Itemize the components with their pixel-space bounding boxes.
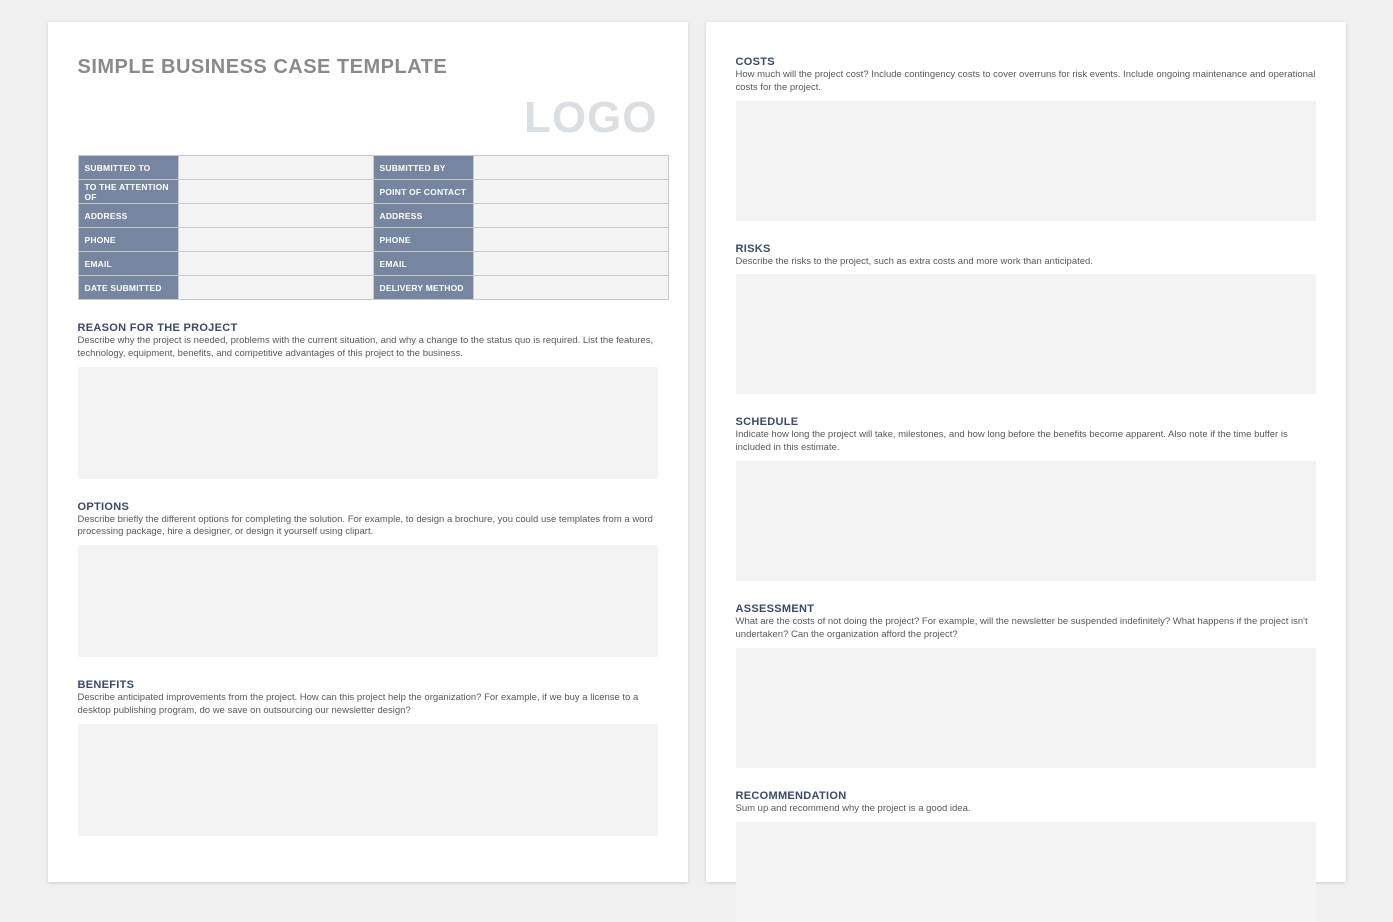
value-delivery-method[interactable] bbox=[473, 276, 668, 300]
section-recommendation: RECOMMENDATION Sum up and recommend why … bbox=[736, 790, 1316, 922]
section-input-assessment[interactable] bbox=[736, 648, 1316, 768]
logo-placeholder: LOGO bbox=[78, 93, 658, 143]
value-phone-left[interactable] bbox=[178, 228, 373, 252]
document-title: SIMPLE BUSINESS CASE TEMPLATE bbox=[78, 56, 658, 79]
label-email-left: EMAIL bbox=[78, 252, 178, 276]
section-heading: RISKS bbox=[736, 243, 1316, 255]
value-submitted-by[interactable] bbox=[473, 156, 668, 180]
section-input-recommendation[interactable] bbox=[736, 822, 1316, 922]
section-heading: BENEFITS bbox=[78, 679, 658, 691]
label-address-right: ADDRESS bbox=[373, 204, 473, 228]
value-point-of-contact[interactable] bbox=[473, 180, 668, 204]
section-heading: ASSESSMENT bbox=[736, 603, 1316, 615]
section-desc: Describe anticipated improvements from t… bbox=[78, 692, 658, 718]
label-delivery-method: DELIVERY METHOD bbox=[373, 276, 473, 300]
section-assessment: ASSESSMENT What are the costs of not doi… bbox=[736, 603, 1316, 768]
section-options: OPTIONS Describe briefly the different o… bbox=[78, 501, 658, 658]
section-input-schedule[interactable] bbox=[736, 461, 1316, 581]
table-row: ADDRESS ADDRESS bbox=[78, 204, 668, 228]
section-heading: OPTIONS bbox=[78, 501, 658, 513]
section-desc: Describe briefly the different options f… bbox=[78, 514, 658, 540]
value-address-right[interactable] bbox=[473, 204, 668, 228]
value-email-right[interactable] bbox=[473, 252, 668, 276]
section-desc: Describe why the project is needed, prob… bbox=[78, 335, 658, 361]
value-phone-right[interactable] bbox=[473, 228, 668, 252]
value-email-left[interactable] bbox=[178, 252, 373, 276]
label-date-submitted: DATE SUBMITTED bbox=[78, 276, 178, 300]
value-attention-of[interactable] bbox=[178, 180, 373, 204]
section-input-risks[interactable] bbox=[736, 274, 1316, 394]
label-phone-left: PHONE bbox=[78, 228, 178, 252]
label-point-of-contact: POINT OF CONTACT bbox=[373, 180, 473, 204]
section-reason: REASON FOR THE PROJECT Describe why the … bbox=[78, 322, 658, 479]
table-row: EMAIL EMAIL bbox=[78, 252, 668, 276]
table-row: SUBMITTED TO SUBMITTED BY bbox=[78, 156, 668, 180]
section-heading: REASON FOR THE PROJECT bbox=[78, 322, 658, 334]
table-row: PHONE PHONE bbox=[78, 228, 668, 252]
section-input-reason[interactable] bbox=[78, 367, 658, 479]
section-input-options[interactable] bbox=[78, 545, 658, 657]
value-address-left[interactable] bbox=[178, 204, 373, 228]
value-submitted-to[interactable] bbox=[178, 156, 373, 180]
section-heading: SCHEDULE bbox=[736, 416, 1316, 428]
table-row: DATE SUBMITTED DELIVERY METHOD bbox=[78, 276, 668, 300]
section-costs: COSTS How much will the project cost? In… bbox=[736, 56, 1316, 221]
label-attention-of: TO THE ATTENTION OF bbox=[78, 180, 178, 204]
section-desc: Sum up and recommend why the project is … bbox=[736, 803, 1316, 816]
value-date-submitted[interactable] bbox=[178, 276, 373, 300]
label-submitted-to: SUBMITTED TO bbox=[78, 156, 178, 180]
section-input-benefits[interactable] bbox=[78, 724, 658, 836]
table-row: TO THE ATTENTION OF POINT OF CONTACT bbox=[78, 180, 668, 204]
section-schedule: SCHEDULE Indicate how long the project w… bbox=[736, 416, 1316, 581]
section-desc: Describe the risks to the project, such … bbox=[736, 256, 1316, 269]
info-table: SUBMITTED TO SUBMITTED BY TO THE ATTENTI… bbox=[78, 155, 669, 300]
section-heading: COSTS bbox=[736, 56, 1316, 68]
label-phone-right: PHONE bbox=[373, 228, 473, 252]
label-submitted-by: SUBMITTED BY bbox=[373, 156, 473, 180]
section-input-costs[interactable] bbox=[736, 101, 1316, 221]
section-desc: Indicate how long the project will take,… bbox=[736, 429, 1316, 455]
section-heading: RECOMMENDATION bbox=[736, 790, 1316, 802]
section-desc: What are the costs of not doing the proj… bbox=[736, 616, 1316, 642]
page-1: SIMPLE BUSINESS CASE TEMPLATE LOGO SUBMI… bbox=[48, 22, 688, 882]
page-2: COSTS How much will the project cost? In… bbox=[706, 22, 1346, 882]
section-desc: How much will the project cost? Include … bbox=[736, 69, 1316, 95]
label-address-left: ADDRESS bbox=[78, 204, 178, 228]
label-email-right: EMAIL bbox=[373, 252, 473, 276]
section-benefits: BENEFITS Describe anticipated improvemen… bbox=[78, 679, 658, 836]
section-risks: RISKS Describe the risks to the project,… bbox=[736, 243, 1316, 395]
